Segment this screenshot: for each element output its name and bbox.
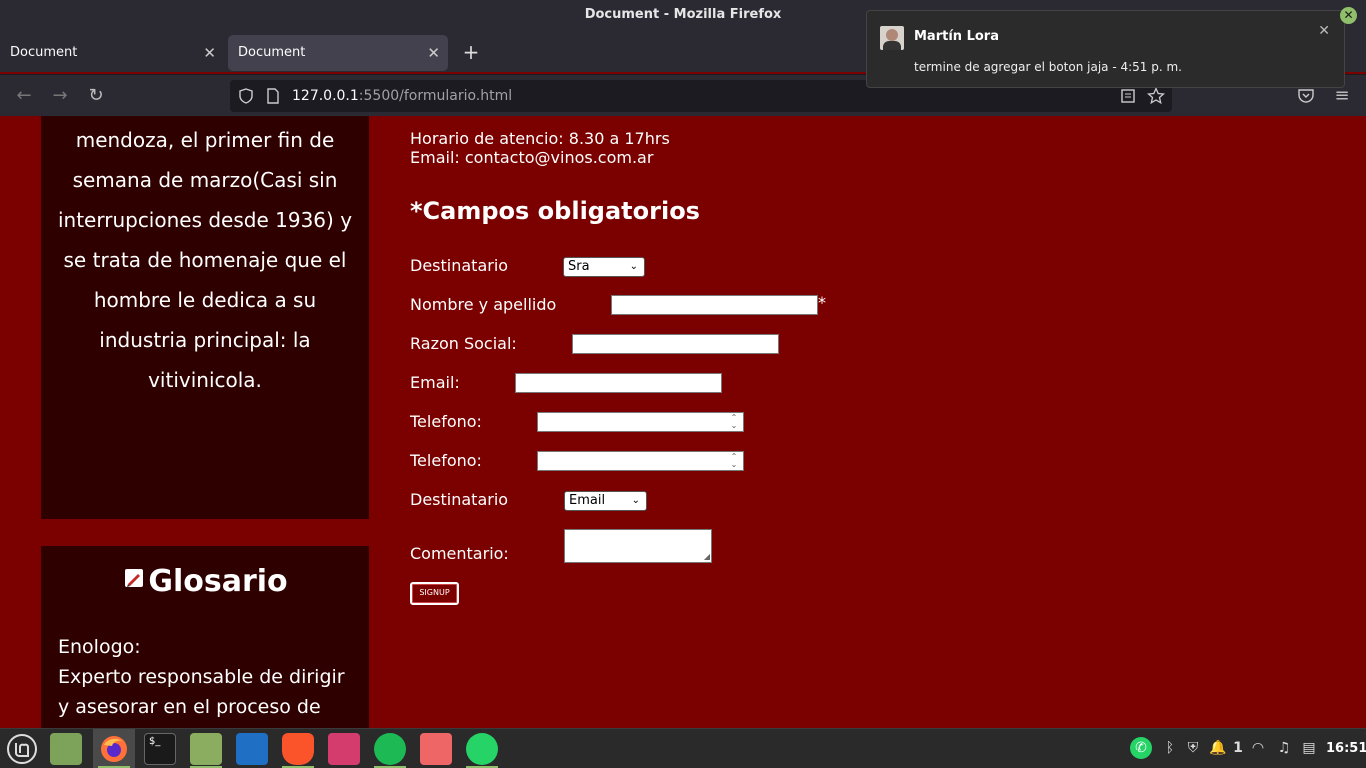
music-icon[interactable]: ♫: [1274, 737, 1294, 759]
bookmark-star-icon[interactable]: [1147, 87, 1165, 105]
resize-handle-icon[interactable]: ◢: [704, 552, 710, 561]
close-icon[interactable]: ✕: [1318, 23, 1330, 39]
folder-icon[interactable]: [190, 733, 222, 765]
destinatario-select-2[interactable]: Email ⌄: [564, 491, 647, 511]
new-tab-button[interactable]: +: [460, 38, 482, 66]
history-card: mendoza, el primer fin de semana de marz…: [41, 116, 369, 519]
glossary-title: Glosario: [148, 564, 288, 599]
number-spinner-icon[interactable]: ⌃ ⌄: [727, 414, 741, 430]
email-label: Email:: [410, 373, 460, 392]
signup-button[interactable]: SIGNUP: [410, 582, 459, 605]
email-text: Email: contacto@vinos.com.ar: [410, 148, 654, 167]
mint-menu-icon[interactable]: [6, 733, 38, 765]
destinatario-value: Sra: [568, 259, 590, 274]
glossary-term: Enologo:: [58, 636, 141, 658]
notification-popup[interactable]: Martín Lora termine de agregar el boton …: [866, 10, 1345, 88]
tab-document-2[interactable]: Document ✕: [228, 35, 448, 71]
whatsapp-tray-icon[interactable]: ✆: [1130, 737, 1152, 759]
notification-message: termine de agregar el boton jaja - 4:51 …: [914, 60, 1182, 74]
close-icon[interactable]: ✕: [427, 35, 440, 71]
image-viewer-icon[interactable]: [328, 733, 360, 765]
notification-count: 1: [1233, 740, 1243, 756]
contact-info: Horario de atencio: 8.30 a 17hrs Email: …: [410, 129, 670, 167]
telefono-input[interactable]: ⌃ ⌄: [537, 412, 744, 432]
required-fields-heading: *Campos obligatorios: [410, 197, 700, 225]
notification-bell-icon[interactable]: 🔔: [1208, 737, 1228, 759]
vscode-icon[interactable]: [236, 733, 268, 765]
glossary-card: Glosario Enologo: Experto responsable de…: [41, 546, 369, 728]
url-host: 127.0.0.1: [292, 88, 359, 104]
avatar: [880, 26, 904, 50]
pocket-icon[interactable]: [1297, 87, 1315, 105]
firefox-icon[interactable]: [98, 733, 130, 765]
tab-document-1[interactable]: Document ✕: [0, 35, 224, 71]
terminal-icon[interactable]: $_: [144, 733, 176, 765]
spotify-icon[interactable]: [374, 733, 406, 765]
notification-sender: Martín Lora: [914, 29, 999, 44]
back-arrow-icon[interactable]: ←: [11, 83, 37, 109]
comentario-textarea[interactable]: ◢: [564, 529, 712, 563]
telefono-input-2[interactable]: ⌃ ⌄: [537, 451, 744, 471]
reader-view-icon[interactable]: [1120, 88, 1136, 104]
razon-social-input[interactable]: [572, 334, 779, 354]
destinatario-value-2: Email: [569, 493, 606, 508]
wifi-icon[interactable]: ◠: [1248, 737, 1268, 759]
destinatario-label: Destinatario: [410, 256, 509, 275]
clock[interactable]: 16:51: [1326, 729, 1366, 768]
razon-social-label: Razon Social:: [410, 334, 517, 353]
destinatario-select[interactable]: Sra ⌄: [563, 257, 645, 277]
url-path: :5500/formulario.html: [358, 88, 513, 104]
nombre-label: Nombre y apellido: [410, 295, 557, 314]
hours-text: Horario de atencio: 8.30 a 17hrs: [410, 129, 670, 148]
comentario-label: Comentario:: [410, 544, 509, 563]
files-folder-icon[interactable]: [50, 733, 82, 765]
destinatario-label-2: Destinatario: [410, 490, 509, 509]
whatsapp-icon[interactable]: [466, 733, 498, 765]
number-spinner-icon[interactable]: ⌃ ⌄: [727, 453, 741, 469]
telefono-label-2: Telefono:: [410, 451, 482, 470]
required-asterisk: *: [818, 293, 826, 312]
tab-label: Document: [238, 45, 306, 60]
nombre-input[interactable]: [611, 295, 818, 315]
tab-label: Document: [10, 45, 78, 60]
clipboard-icon[interactable]: ▤: [1299, 737, 1319, 759]
glossary-body: Enologo: Experto responsable de dirigir …: [58, 632, 358, 722]
pencil-icon: [125, 569, 144, 587]
taskbar: $_ ✆ ᛒ ⛨ 🔔 1 ◠ ♫ ▤ 16:51: [0, 728, 1366, 768]
forward-arrow-icon[interactable]: →: [47, 83, 73, 109]
dismiss-icon[interactable]: ✕: [1340, 7, 1357, 24]
glossary-definition: Experto responsable de dirigir y asesora…: [58, 666, 345, 718]
glossary-heading: Glosario: [41, 564, 369, 599]
reload-icon[interactable]: ↻: [83, 83, 109, 109]
url-text[interactable]: 127.0.0.1:5500/formulario.html: [292, 80, 512, 112]
page-icon: [267, 88, 279, 104]
page-content: mendoza, el primer fin de semana de marz…: [0, 116, 1366, 728]
history-text: mendoza, el primer fin de semana de marz…: [57, 128, 353, 392]
close-icon[interactable]: ✕: [203, 35, 216, 71]
email-input[interactable]: [515, 373, 722, 393]
reader-glasses-icon[interactable]: [420, 733, 452, 765]
brave-icon[interactable]: [282, 733, 314, 765]
shield-tray-icon[interactable]: ⛨: [1183, 737, 1203, 759]
chevron-down-icon: ⌄: [629, 261, 638, 272]
telefono-label: Telefono:: [410, 412, 482, 431]
shield-icon[interactable]: [238, 88, 254, 104]
chevron-down-icon: ⌄: [631, 495, 640, 506]
bluetooth-icon[interactable]: ᛒ: [1160, 737, 1180, 759]
